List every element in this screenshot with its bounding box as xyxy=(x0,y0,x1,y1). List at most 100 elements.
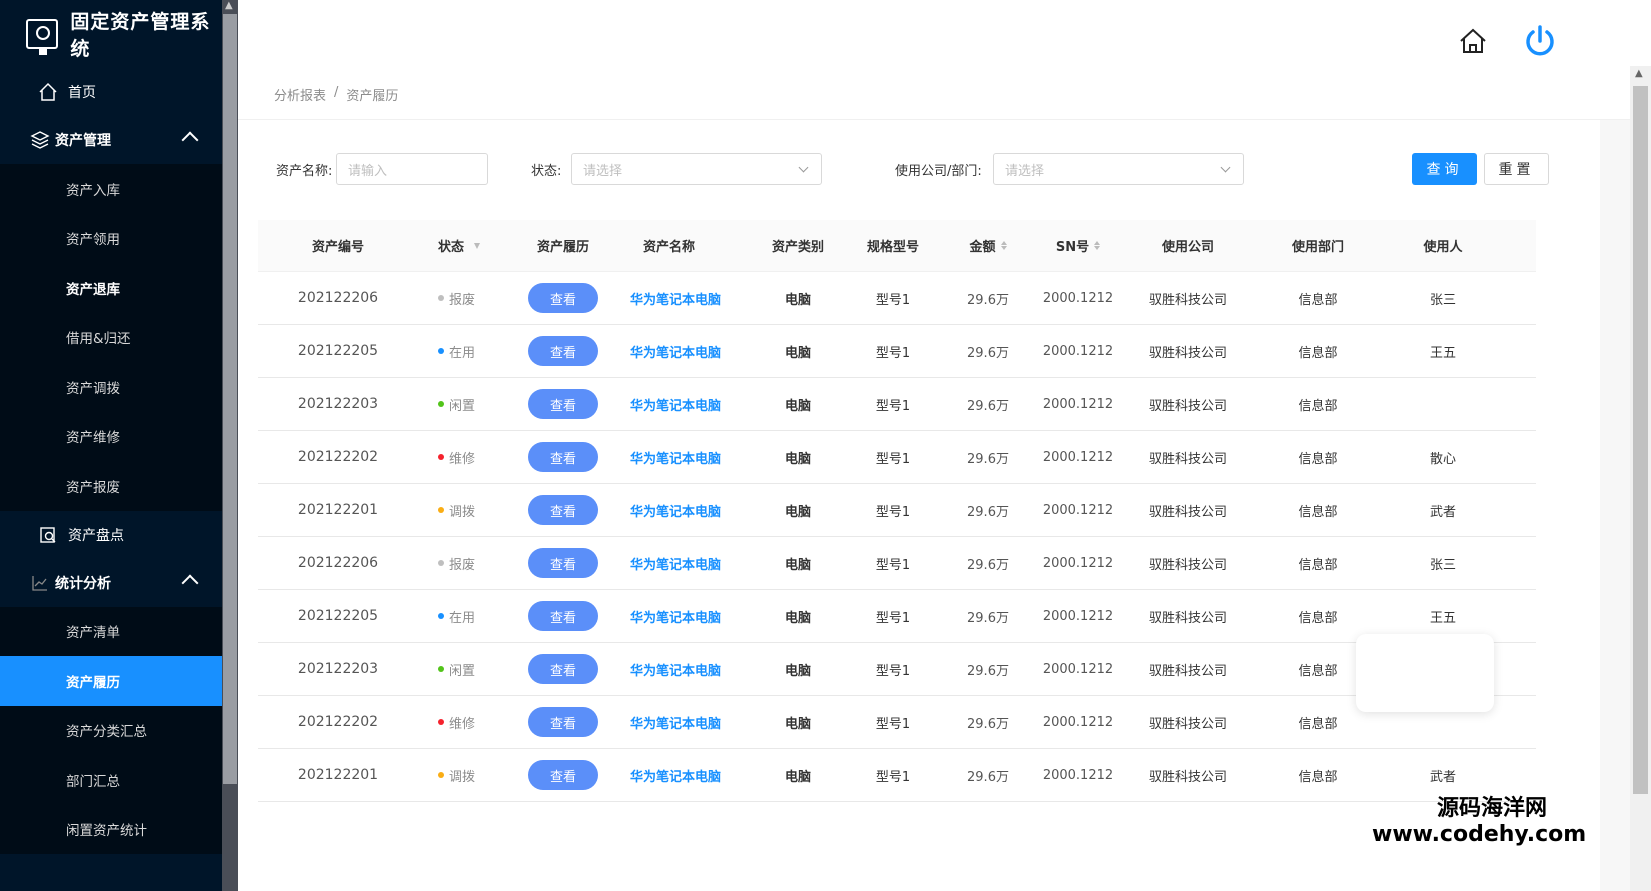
sidebar-item-category-summary[interactable]: 资产分类汇总 xyxy=(0,706,222,756)
cell-status: 在用 xyxy=(418,342,508,361)
status-text: 报废 xyxy=(449,557,476,573)
status-dot xyxy=(438,613,444,619)
cell-sn: 2000.1212 xyxy=(1042,449,1114,465)
scroll-up-icon[interactable]: ▲ xyxy=(1635,68,1643,79)
sidebar-scrollbar[interactable]: ▲ xyxy=(222,0,238,891)
sidebar-group-stats[interactable]: 统计分析 xyxy=(0,558,222,607)
cell-company: 驭胜科技公司 xyxy=(1148,451,1227,467)
header-sn[interactable]: SN号 xyxy=(1038,236,1118,255)
cell-amount: 29.6万 xyxy=(967,610,1009,626)
cell-user: 王五 xyxy=(1429,345,1456,361)
sidebar-item-home[interactable]: 首页 xyxy=(0,68,222,116)
home-icon[interactable] xyxy=(1458,26,1488,56)
company-dept-select[interactable]: 请选择 xyxy=(993,153,1244,185)
filter-icon[interactable] xyxy=(474,242,481,249)
sidebar-item-asset-in[interactable]: 资产入库 xyxy=(0,164,222,214)
sidebar-group-label: 统计分析 xyxy=(55,575,111,592)
sidebar-group-asset-mgmt[interactable]: 资产管理 xyxy=(0,116,222,164)
asset-name-link[interactable]: 华为笔记本电脑 xyxy=(630,766,721,785)
view-button[interactable]: 查看 xyxy=(528,654,598,684)
cell-model: 型号1 xyxy=(875,769,911,785)
header-amount[interactable]: 金额 xyxy=(938,236,1038,255)
cell-category: 电脑 xyxy=(784,716,811,732)
chart-icon xyxy=(30,573,50,593)
view-button[interactable]: 查看 xyxy=(528,707,598,737)
asset-name-link[interactable]: 华为笔记本电脑 xyxy=(630,501,721,520)
cell-category: 电脑 xyxy=(784,610,811,626)
sidebar-item-label: 首页 xyxy=(68,85,96,101)
view-button[interactable]: 查看 xyxy=(528,442,598,472)
asset-name-link[interactable]: 华为笔记本电脑 xyxy=(630,448,721,467)
asset-name-link[interactable]: 华为笔记本电脑 xyxy=(630,660,721,679)
cell-company: 驭胜科技公司 xyxy=(1148,345,1227,361)
cell-asset-name: 华为笔记本电脑 xyxy=(618,607,748,626)
cell-user: 张三 xyxy=(1429,557,1456,573)
header-category: 资产类别 xyxy=(771,240,824,255)
reset-button[interactable]: 重置 xyxy=(1484,153,1549,185)
cell-asset-id: 202122205 xyxy=(297,608,379,624)
status-dot xyxy=(438,560,444,566)
status-select[interactable]: 请选择 xyxy=(571,153,822,185)
cell-sn: 2000.1212 xyxy=(1042,502,1114,518)
cell-asset-id: 202122206 xyxy=(297,555,379,571)
breadcrumb-parent[interactable]: 分析报表 xyxy=(274,85,326,104)
status-text: 在用 xyxy=(449,610,476,626)
header-asset-name: 资产名称 xyxy=(643,240,696,255)
sidebar-item-inventory[interactable]: 资产盘点 xyxy=(0,510,222,559)
cell-asset-id: 202122201 xyxy=(297,502,379,518)
view-button[interactable]: 查看 xyxy=(528,283,598,313)
view-button[interactable]: 查看 xyxy=(528,336,598,366)
table-row: 202122206 报废 查看 华为笔记本电脑 电脑 型号1 29.6万 2000.1212 驭… xyxy=(258,272,1536,325)
power-icon[interactable] xyxy=(1524,24,1556,58)
submenu-stats: 资产清单 资产履历 资产分类汇总 部门汇总 闲置资产统计 xyxy=(0,606,222,855)
header-asset-id: 资产编号 xyxy=(311,240,364,255)
asset-name-input[interactable]: 请输入 xyxy=(336,153,488,185)
query-button[interactable]: 查询 xyxy=(1412,153,1477,185)
scrollbar-thumb[interactable] xyxy=(1633,86,1648,794)
cell-department: 信息部 xyxy=(1298,292,1338,308)
view-button[interactable]: 查看 xyxy=(528,760,598,790)
sidebar-item-asset-receive[interactable]: 资产领用 xyxy=(0,214,222,264)
sidebar-item-idle-stats[interactable]: 闲置资产统计 xyxy=(0,805,222,855)
asset-name-link[interactable]: 华为笔记本电脑 xyxy=(630,289,721,308)
cell-asset-name: 华为笔记本电脑 xyxy=(618,660,748,679)
cell-category: 电脑 xyxy=(784,504,811,520)
cell-asset-name: 华为笔记本电脑 xyxy=(618,289,748,308)
asset-name-link[interactable]: 华为笔记本电脑 xyxy=(630,607,721,626)
sidebar-item-asset-transfer[interactable]: 资产调拨 xyxy=(0,362,222,412)
cell-company: 驭胜科技公司 xyxy=(1148,716,1227,732)
cell-model: 型号1 xyxy=(875,663,911,679)
view-button[interactable]: 查看 xyxy=(528,548,598,578)
table-row: 202122206 报废 查看 华为笔记本电脑 电脑 型号1 29.6万 2000.1212 驭… xyxy=(258,537,1536,590)
sidebar-item-asset-scrap[interactable]: 资产报废 xyxy=(0,461,222,511)
asset-name-link[interactable]: 华为笔记本电脑 xyxy=(630,713,721,732)
cell-asset-name: 华为笔记本电脑 xyxy=(618,766,748,785)
cell-model: 型号1 xyxy=(875,451,911,467)
header-status[interactable]: 状态 xyxy=(418,236,508,255)
view-button[interactable]: 查看 xyxy=(528,495,598,525)
asset-name-link[interactable]: 华为笔记本电脑 xyxy=(630,554,721,573)
view-button[interactable]: 查看 xyxy=(528,389,598,419)
cell-user: 武者 xyxy=(1429,769,1456,785)
cell-model: 型号1 xyxy=(875,716,911,732)
cell-asset-name: 华为笔记本电脑 xyxy=(618,395,748,414)
table-header: 资产编号 状态 资产履历 资产名称 资产类别 规格型号 金额 SN号 使用公司 … xyxy=(258,220,1536,272)
scroll-up-icon[interactable]: ▲ xyxy=(225,0,233,11)
page-scrollbar[interactable]: ▲ xyxy=(1630,66,1651,891)
view-button[interactable]: 查看 xyxy=(528,601,598,631)
sidebar-item-asset-history[interactable]: 资产履历 xyxy=(0,656,222,706)
sidebar-item-asset-repair[interactable]: 资产维修 xyxy=(0,412,222,462)
sort-icon[interactable] xyxy=(1000,241,1007,250)
floating-card xyxy=(1356,634,1494,712)
scrollbar-thumb[interactable] xyxy=(223,14,237,784)
chevron-up-icon xyxy=(181,131,199,149)
sort-icon[interactable] xyxy=(1094,241,1101,250)
cell-amount: 29.6万 xyxy=(967,292,1009,308)
asset-name-link[interactable]: 华为笔记本电脑 xyxy=(630,342,721,361)
sidebar-item-dept-summary[interactable]: 部门汇总 xyxy=(0,755,222,805)
asset-name-link[interactable]: 华为笔记本电脑 xyxy=(630,395,721,414)
main-content: 资产名称: 请输入 状态: 请选择 使用公司/部门: 请选择 查询 重置 资产编… xyxy=(238,120,1600,891)
sidebar-item-borrow-return[interactable]: 借用&归还 xyxy=(0,313,222,363)
sidebar-item-asset-list[interactable]: 资产清单 xyxy=(0,607,222,657)
sidebar-item-asset-return[interactable]: 资产退库 xyxy=(0,263,222,313)
